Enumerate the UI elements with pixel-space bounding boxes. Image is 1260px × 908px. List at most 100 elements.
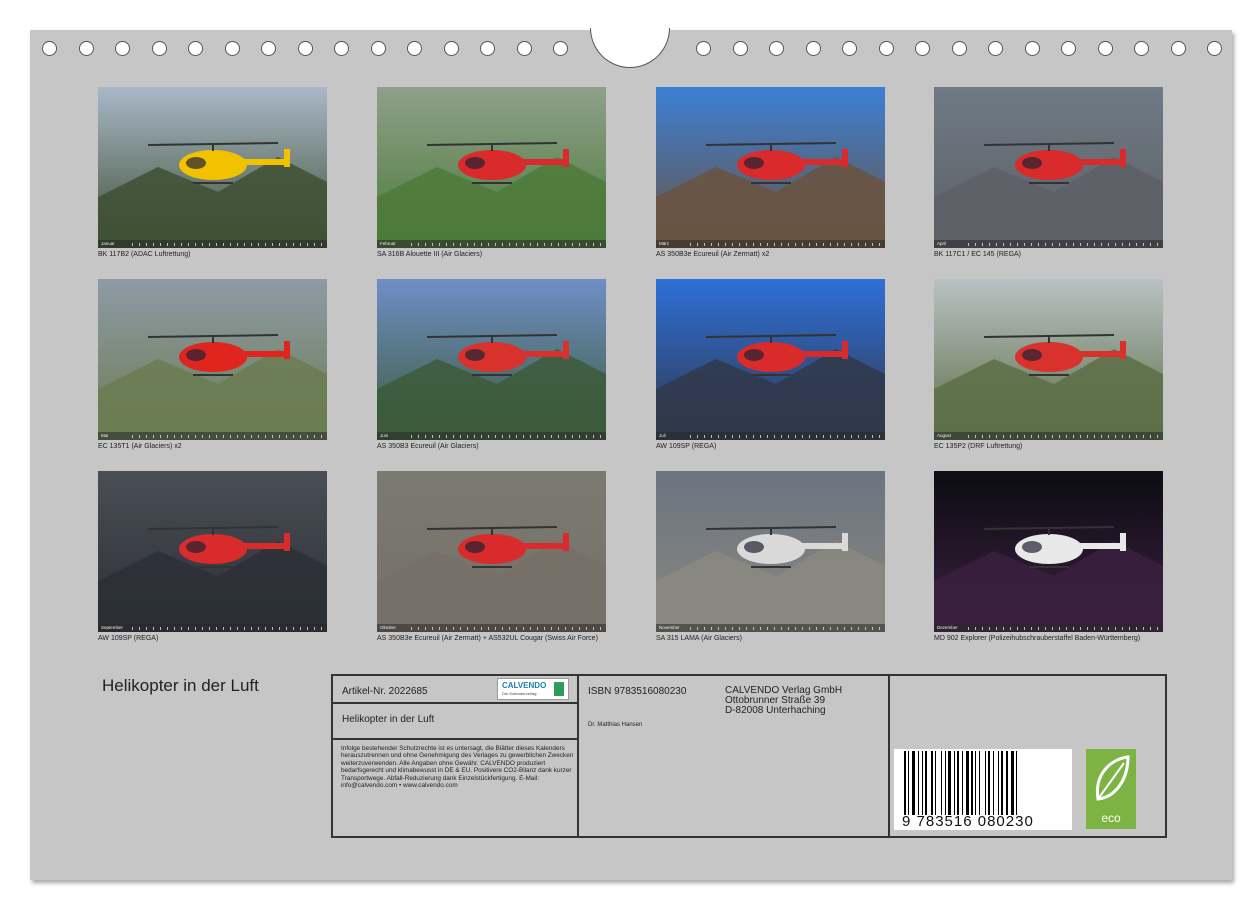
binding-hole [224, 41, 240, 56]
photo-7: Juli [656, 279, 885, 440]
barcode-bar [1005, 751, 1008, 815]
eco-badge: eco [1086, 749, 1136, 829]
barcode-bar [979, 751, 981, 815]
helicopter-photo [656, 87, 885, 248]
photo-day-ticks [968, 243, 1159, 246]
publisher-address: CALVENDO Verlag GmbH Ottobrunner Straße … [725, 686, 842, 716]
calendar-title: Helikopter in der Luft [102, 676, 259, 695]
binding-hole [696, 41, 711, 56]
leaf-icon [1095, 755, 1130, 801]
info-title: Helikopter in der Luft [342, 714, 435, 725]
photo-day-ticks [968, 627, 1159, 630]
binding-hole [516, 41, 532, 56]
helicopter-photo [377, 87, 606, 248]
photo-5: Mai [98, 279, 327, 440]
binding-hole [805, 41, 821, 56]
photo-12: Dezember [934, 471, 1163, 632]
photo-caption: BK 117C1 / EC 145 (REGA) [934, 251, 1022, 258]
helicopter-photo [377, 471, 606, 632]
photo-caption: EC 135P2 (DRF Luftrettung) [934, 443, 1023, 450]
barcode-bar [917, 751, 919, 815]
binding-hole [480, 41, 495, 56]
binding-hole [1207, 41, 1222, 56]
photo-month: November [659, 625, 680, 630]
barcode-bar [912, 751, 916, 815]
legal-notice: Infolge bestehender Schutzrechte ist es … [341, 745, 574, 790]
photo-day-ticks [411, 435, 602, 438]
photo-month: Juni [380, 433, 389, 438]
binding-hole [1061, 41, 1076, 56]
photo-day-ticks [132, 435, 323, 438]
photo-9: September [98, 471, 327, 632]
photo-day-ticks [132, 627, 323, 630]
binding-hole [988, 41, 1003, 56]
barcode-bar [957, 751, 960, 815]
photo-8: August [934, 279, 1163, 440]
calvendo-logo-text: CALVENDO [502, 681, 547, 690]
photo-caption: AS 350B3e Ecureuil (Air Zermatt) x2 [656, 251, 770, 258]
photo-caption: MD 902 Explorer (Polizeihubschrauberstaf… [934, 635, 1141, 642]
binding-hole [443, 41, 459, 56]
photo-day-ticks [690, 627, 881, 630]
barcode-bar [971, 751, 973, 815]
photo-caption: SA 316B Alouette III (Air Glaciers) [377, 251, 483, 258]
calvendo-tagline: Der Kalenderverlag [502, 691, 537, 696]
photo-caption: SA 315 LAMA (Air Glaciers) [656, 635, 742, 642]
barcode-bar [948, 751, 951, 815]
binding-hole [732, 41, 748, 56]
photo-day-ticks [690, 435, 881, 438]
barcode: 9 783516 080230 [894, 749, 1072, 830]
barcode-bar [908, 751, 910, 815]
binding-hole [842, 41, 857, 56]
photo-11: November [656, 471, 885, 632]
photo-month: Februar [380, 241, 396, 246]
helicopter-photo [377, 279, 606, 440]
photo-month: April [937, 241, 947, 246]
binding-hole [769, 41, 784, 56]
photo-10: Oktober [377, 471, 606, 632]
barcode-bar [925, 751, 927, 815]
eco-label: eco [1101, 811, 1121, 825]
photo-day-ticks [968, 435, 1159, 438]
barcode-bar [940, 751, 942, 815]
helicopter-photo [98, 279, 327, 440]
photo-day-ticks [411, 243, 602, 246]
author: Dr. Matthias Hansen [588, 722, 643, 728]
photo-2: Februar [377, 87, 606, 248]
divider [333, 738, 577, 740]
barcode-bar [961, 751, 963, 815]
photo-caption: BK 117B2 (ADAC Luftrettung) [98, 251, 191, 258]
binding-hole [297, 41, 313, 56]
barcode-bar [944, 751, 946, 815]
helicopter-photo [656, 279, 885, 440]
article-number: Artikel-Nr. 2022685 [342, 686, 428, 697]
helicopter-photo [934, 471, 1163, 632]
photo-month: Oktober [380, 625, 397, 630]
calvendo-logo: CALVENDO Der Kalenderverlag [497, 678, 569, 700]
binding-hole [951, 41, 967, 56]
binding-hole [151, 41, 167, 56]
barcode-bar [984, 751, 986, 815]
binding-hole [1134, 41, 1149, 56]
photo-caption: EC 135T1 (Air Glaciers) x2 [98, 443, 182, 450]
barcode-number: 9 783516 080230 [902, 813, 1034, 830]
helicopter-photo [934, 279, 1163, 440]
binding-hole [553, 41, 568, 56]
helicopter-photo [98, 87, 327, 248]
photo-day-ticks [132, 243, 323, 246]
barcode-bar [993, 751, 994, 815]
binding-hole [407, 41, 422, 56]
binding-hole [1170, 41, 1186, 56]
photo-3: März [656, 87, 885, 248]
barcode-bar [935, 751, 937, 815]
binding-hole [1097, 41, 1113, 56]
photo-month: Mai [101, 433, 109, 438]
photo-month: Dezember [937, 625, 958, 630]
photo-month: August [937, 433, 952, 438]
divider [333, 702, 577, 704]
barcode-bar [931, 751, 934, 815]
binding-hole [42, 41, 57, 56]
barcode-bar [965, 751, 969, 815]
calvendo-mark-icon [554, 682, 564, 696]
barcode-bar [954, 751, 956, 815]
